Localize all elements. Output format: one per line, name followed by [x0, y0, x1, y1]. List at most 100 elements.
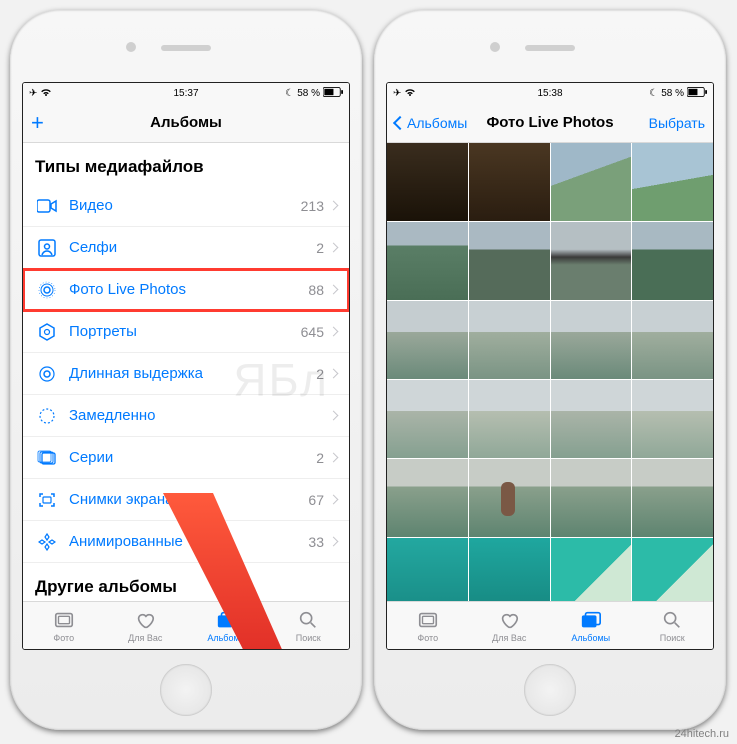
tab-search[interactable]: Поиск	[268, 602, 350, 649]
tab-label: Поиск	[296, 633, 321, 643]
row-count: 88	[308, 282, 324, 298]
section-other-albums: Другие альбомы	[23, 563, 349, 601]
photo-thumb[interactable]	[469, 380, 550, 458]
tab-foryou[interactable]: Для Вас	[469, 602, 551, 649]
screenshot-icon	[35, 491, 59, 509]
chevron-right-icon	[329, 495, 339, 505]
navbar-albums: + Альбомы	[23, 103, 349, 143]
tab-foryou[interactable]: Для Вас	[105, 602, 187, 649]
airplane-icon: ✈︎	[393, 88, 401, 99]
navbar-title: Фото Live Photos	[486, 114, 613, 131]
photo-thumb[interactable]	[551, 301, 632, 379]
row-long-exposure[interactable]: Длинная выдержка 2	[23, 353, 349, 395]
row-label: Снимки экрана	[69, 491, 308, 508]
back-label: Альбомы	[407, 115, 467, 131]
chevron-right-icon	[329, 369, 339, 379]
row-label: Серии	[69, 449, 316, 466]
photo-thumb[interactable]	[632, 222, 713, 300]
wifi-icon	[40, 87, 52, 100]
chevron-right-icon	[329, 201, 339, 211]
chevron-right-icon	[329, 453, 339, 463]
row-count: 67	[308, 492, 324, 508]
navbar-live-photos: Альбомы Фото Live Photos Выбрать	[387, 103, 713, 143]
row-label: Фото Live Photos	[69, 281, 308, 298]
tab-albums[interactable]: Альбомы	[186, 602, 268, 649]
row-portraits[interactable]: Портреты 645	[23, 311, 349, 353]
albums-list[interactable]: Типы медиафайлов Видео 213 Селфи 2 Фото …	[23, 143, 349, 601]
back-button[interactable]: Альбомы	[395, 115, 467, 131]
row-selfie[interactable]: Селфи 2	[23, 227, 349, 269]
row-video[interactable]: Видео 213	[23, 185, 349, 227]
tab-label: Для Вас	[492, 633, 526, 643]
row-label: Видео	[69, 197, 301, 214]
tab-photos[interactable]: Фото	[387, 602, 469, 649]
screen-right: ✈︎ 15:38 ☾ 58 % Альбомы Фото Live Photos…	[386, 82, 714, 650]
photo-thumb[interactable]	[632, 301, 713, 379]
row-count: 213	[301, 198, 324, 214]
tab-label: Фото	[417, 633, 438, 643]
tab-photos[interactable]: Фото	[23, 602, 105, 649]
moon-icon: ☾	[285, 88, 294, 99]
tab-bar: Фото Для Вас Альбомы Поиск	[387, 601, 713, 649]
photo-thumb[interactable]	[469, 143, 550, 221]
burst-icon	[35, 450, 59, 466]
status-time: 15:37	[173, 88, 198, 99]
battery-text: 58 %	[297, 88, 320, 99]
photo-thumb[interactable]	[551, 459, 632, 537]
chevron-left-icon	[393, 115, 407, 129]
row-count: 2	[316, 240, 324, 256]
row-bursts[interactable]: Серии 2	[23, 437, 349, 479]
row-label: Анимированные	[69, 533, 308, 550]
animated-icon	[35, 533, 59, 551]
add-album-button[interactable]: +	[31, 110, 44, 136]
photo-thumb[interactable]	[387, 222, 468, 300]
photo-grid[interactable]	[387, 143, 713, 601]
live-photos-icon	[35, 281, 59, 299]
phone-right: ✈︎ 15:38 ☾ 58 % Альбомы Фото Live Photos…	[374, 10, 726, 730]
long-exposure-icon	[35, 365, 59, 383]
home-button[interactable]	[524, 664, 576, 716]
tab-albums[interactable]: Альбомы	[550, 602, 632, 649]
photo-thumb[interactable]	[387, 459, 468, 537]
chevron-right-icon	[329, 285, 339, 295]
photo-thumb[interactable]	[632, 459, 713, 537]
wifi-icon	[404, 87, 416, 100]
video-icon	[35, 199, 59, 213]
photo-thumb[interactable]	[551, 143, 632, 221]
row-count: 645	[301, 324, 324, 340]
select-button[interactable]: Выбрать	[649, 115, 705, 131]
home-button[interactable]	[160, 664, 212, 716]
tab-label: Альбомы	[207, 633, 246, 643]
airplane-icon: ✈︎	[29, 88, 37, 99]
row-screenshots[interactable]: Снимки экрана 67	[23, 479, 349, 521]
photo-thumb[interactable]	[469, 301, 550, 379]
tab-bar: Фото Для Вас Альбомы Поиск	[23, 601, 349, 649]
selfie-icon	[35, 239, 59, 257]
battery-text: 58 %	[661, 88, 684, 99]
tab-search[interactable]: Поиск	[632, 602, 714, 649]
photo-thumb[interactable]	[632, 143, 713, 221]
photo-thumb[interactable]	[387, 538, 468, 601]
row-count: 33	[308, 534, 324, 550]
photo-thumb[interactable]	[551, 222, 632, 300]
tab-label: Поиск	[660, 633, 685, 643]
photo-thumb[interactable]	[469, 459, 550, 537]
photo-thumb[interactable]	[632, 538, 713, 601]
photo-thumb[interactable]	[469, 222, 550, 300]
photo-thumb[interactable]	[551, 538, 632, 601]
chevron-right-icon	[329, 537, 339, 547]
photo-thumb[interactable]	[387, 301, 468, 379]
photo-thumb[interactable]	[387, 143, 468, 221]
photo-thumb[interactable]	[469, 538, 550, 601]
row-animated[interactable]: Анимированные 33	[23, 521, 349, 563]
row-live-photos[interactable]: Фото Live Photos 88	[23, 269, 349, 311]
row-slomo[interactable]: Замедленно	[23, 395, 349, 437]
moon-icon: ☾	[649, 88, 658, 99]
row-label: Портреты	[69, 323, 301, 340]
phone-left: ✈︎ 15:37 ☾ 58 % + Альбомы Типы медиафайл…	[10, 10, 362, 730]
photo-thumb[interactable]	[387, 380, 468, 458]
row-label: Замедленно	[69, 407, 324, 424]
photo-thumb[interactable]	[551, 380, 632, 458]
row-label: Длинная выдержка	[69, 365, 316, 382]
photo-thumb[interactable]	[632, 380, 713, 458]
